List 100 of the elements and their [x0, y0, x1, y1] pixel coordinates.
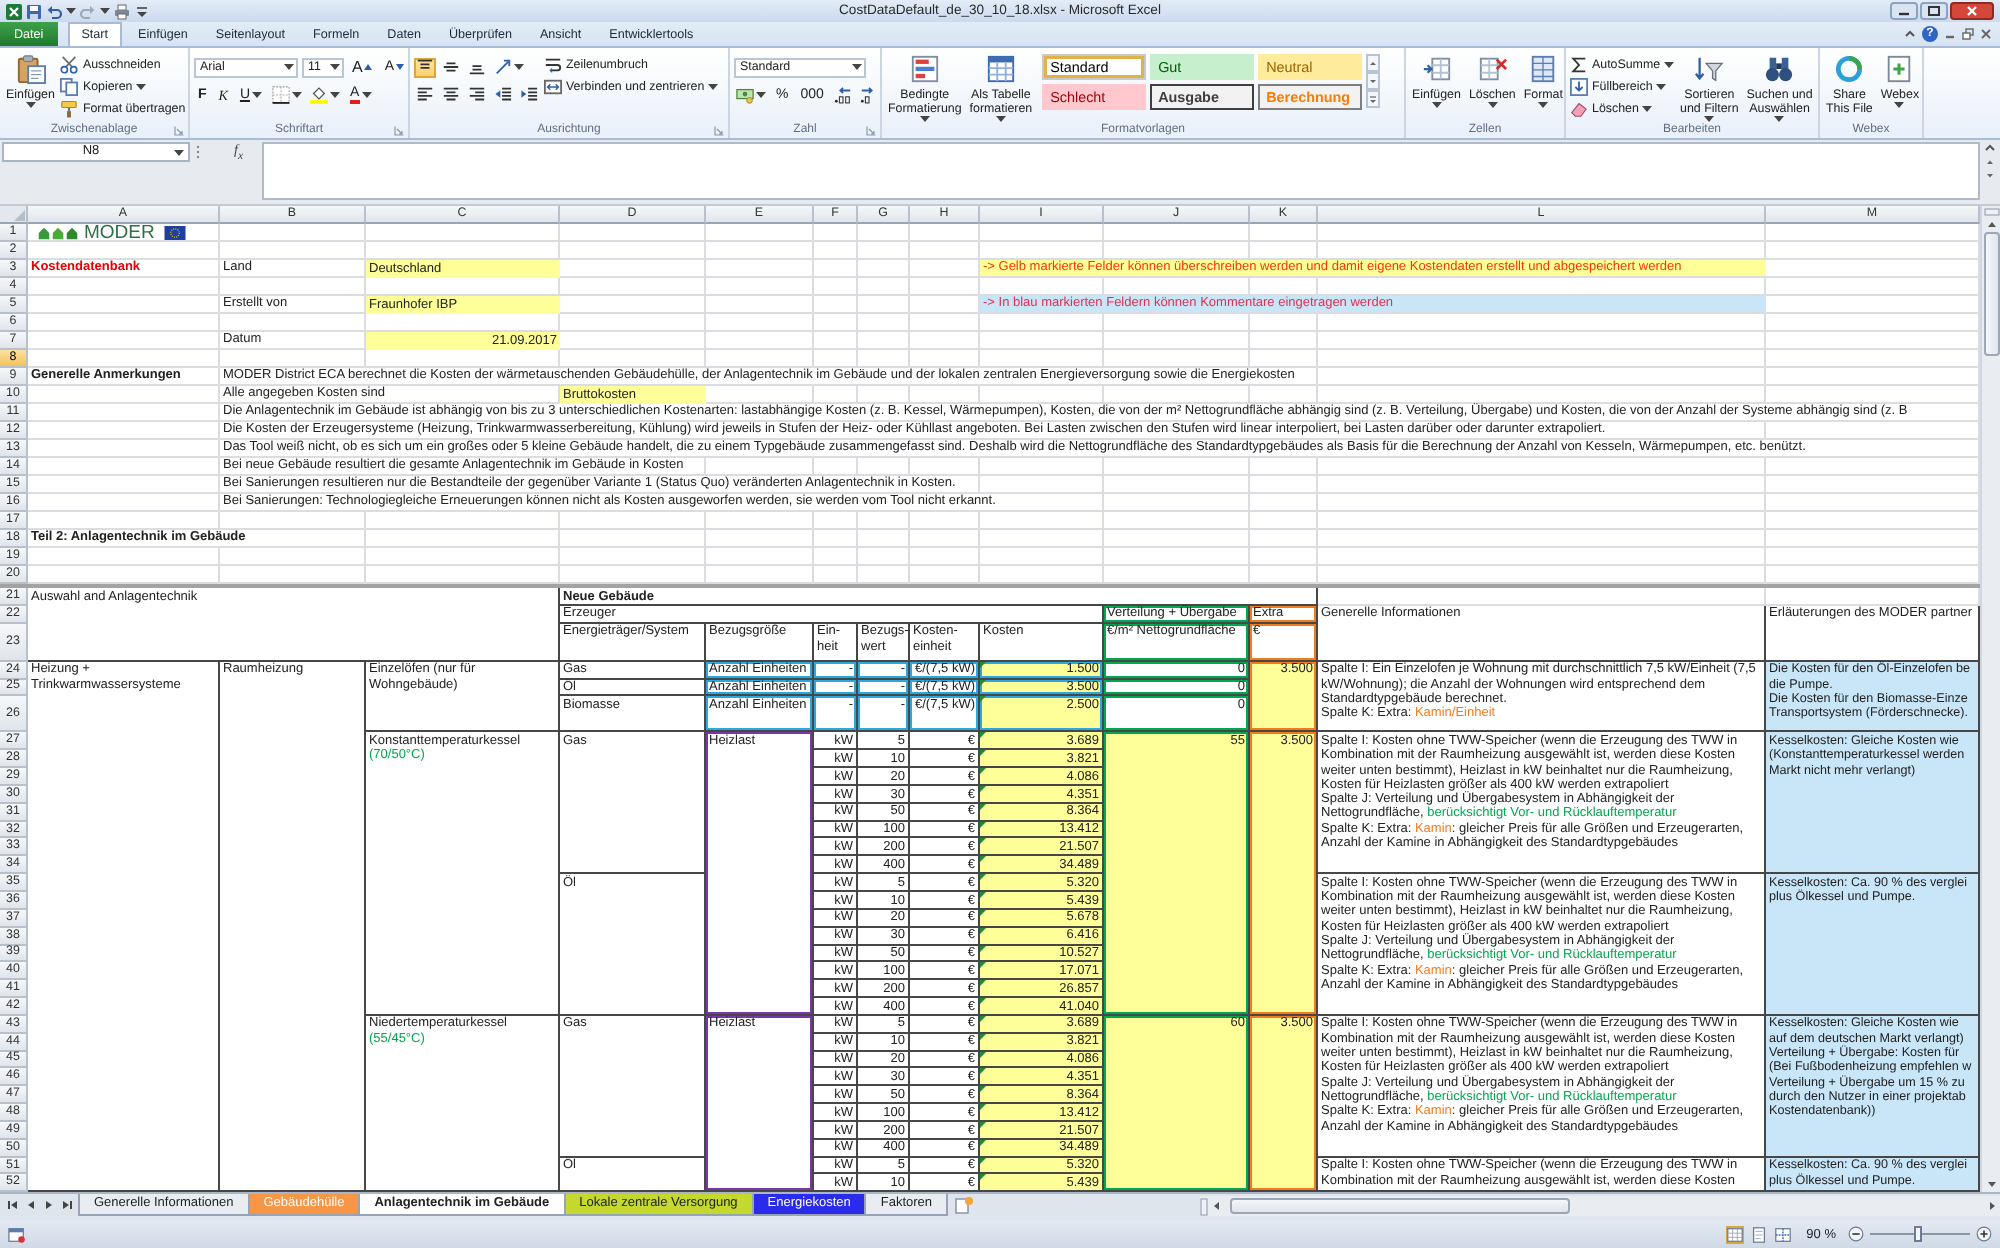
caret-icon: [919, 116, 930, 122]
caret-icon: [995, 116, 1006, 122]
caret-icon: [1704, 116, 1715, 122]
cells-arrow-icon: [1421, 54, 1452, 84]
indent-decrease-button[interactable]: [492, 85, 514, 105]
save-icon[interactable]: [26, 3, 42, 19]
split-handle-icon[interactable]: [1200, 1197, 1208, 1216]
down-triangle-icon: [396, 64, 405, 70]
orientation-button[interactable]: [492, 57, 526, 77]
caret-up-icon[interactable]: [1984, 142, 1996, 154]
currency-button[interactable]: [734, 85, 768, 105]
restore-icon[interactable]: [1962, 28, 1974, 40]
caret-icon: [330, 92, 341, 98]
align-middle-icon: [442, 58, 460, 76]
slanted-arrow-icon: [494, 58, 512, 76]
caret-icon: [756, 92, 766, 98]
caret-icon: [284, 64, 294, 70]
caret-icon: [1431, 102, 1442, 108]
scrollbar-thumb[interactable]: [1230, 1198, 1570, 1215]
vertical-scrollbar[interactable]: [1980, 206, 2000, 1193]
paint-bucket-icon: [310, 86, 329, 104]
undo-icon[interactable]: [46, 3, 62, 19]
borders-button[interactable]: [270, 85, 305, 105]
dropdown-icon[interactable]: [134, 3, 150, 19]
caret-icon: [708, 83, 719, 89]
borders-icon: [272, 86, 291, 104]
page-break-button[interactable]: [1774, 1225, 1793, 1244]
fill-color-button[interactable]: [308, 85, 343, 105]
drag-handle-icon[interactable]: [196, 144, 200, 160]
ring-icon: [1834, 54, 1865, 84]
caret-icon: [1487, 102, 1498, 108]
printer-icon[interactable]: [114, 3, 130, 19]
caret-icon: [100, 8, 110, 14]
clipboard-icon: [15, 54, 46, 84]
scroll-up-icon[interactable]: [1984, 156, 1996, 168]
scroll-down-icon[interactable]: [1984, 170, 1996, 182]
last-sheet-icon[interactable]: [60, 1198, 74, 1213]
decimal-increase-button[interactable]: [831, 85, 854, 105]
close-icon[interactable]: [1980, 28, 1992, 40]
grow-font-button[interactable]: A: [348, 57, 377, 77]
horizontal-scrollbar[interactable]: [1200, 1196, 2000, 1217]
caret-icon: [330, 64, 340, 70]
align-right-icon: [468, 86, 486, 104]
merge-cells-icon: [544, 77, 562, 95]
maximize-icon[interactable]: [1920, 2, 1948, 20]
app-logo-icon[interactable]: [6, 3, 22, 19]
align-left-button[interactable]: [414, 85, 436, 105]
previous-sheet-icon[interactable]: [24, 1198, 38, 1213]
plus-box-icon: [1884, 54, 1915, 84]
caret-icon: [852, 64, 862, 70]
macro-record-icon[interactable]: [8, 1225, 26, 1244]
first-sheet-icon[interactable]: [6, 1198, 20, 1213]
minimize-icon[interactable]: [1890, 2, 1918, 20]
down-arrow-box-icon: [1570, 77, 1588, 95]
grid-view-icon: [1726, 1225, 1745, 1244]
gallery-down-icon[interactable]: [1366, 72, 1381, 90]
close-icon[interactable]: [1950, 2, 1994, 20]
up-triangle-icon: [364, 64, 373, 70]
align-right-button[interactable]: [466, 85, 488, 105]
sigma-icon: [1570, 55, 1588, 73]
align-top-button[interactable]: [414, 57, 436, 77]
caret-icon: [66, 8, 76, 14]
caret-up-icon[interactable]: [1904, 28, 1916, 40]
decimal-increase-icon: [833, 86, 852, 104]
zoom-out-icon[interactable]: [1848, 1226, 1864, 1243]
copy-icon: [60, 77, 79, 95]
caret-icon: [361, 92, 372, 98]
gallery-up-icon[interactable]: [1366, 54, 1381, 72]
next-sheet-icon[interactable]: [42, 1198, 56, 1213]
formula-field[interactable]: [262, 142, 1980, 200]
indent-decrease-icon: [494, 86, 512, 104]
caret-icon: [25, 102, 36, 108]
dialog-launcher-icon[interactable]: [394, 125, 404, 135]
caret-icon: [514, 64, 524, 70]
dialog-launcher-icon[interactable]: [174, 125, 184, 135]
caret-icon: [292, 92, 303, 98]
zoom-in-icon[interactable]: [1976, 1226, 1992, 1243]
page-break-icon: [1774, 1225, 1793, 1244]
scroll-right-icon[interactable]: [1984, 1198, 2000, 1215]
dialog-launcher-icon[interactable]: [714, 125, 724, 135]
paintbrush-icon: [60, 99, 79, 117]
indent-increase-button[interactable]: [518, 85, 540, 105]
corner-triangle-icon: [12, 208, 26, 222]
logo-text: MODER: [84, 224, 155, 242]
align-left-icon: [416, 86, 434, 104]
dialog-launcher-icon[interactable]: [866, 125, 876, 135]
slider-thumb[interactable]: [1914, 1226, 1922, 1243]
align-center-button[interactable]: [440, 85, 462, 105]
decimal-decrease-icon: [859, 86, 878, 104]
gallery-more-icon[interactable]: [1366, 90, 1381, 108]
caret-icon: [174, 149, 184, 155]
table-grid-icon: [985, 54, 1016, 84]
normal-view-button[interactable]: [1726, 1225, 1745, 1244]
align-middle-button[interactable]: [440, 57, 462, 77]
page-layout-button[interactable]: [1750, 1225, 1769, 1244]
caret-icon: [1894, 102, 1905, 108]
cells-grid-icon: [1528, 54, 1559, 84]
caret-icon: [1538, 102, 1549, 108]
funnel-arrow-icon: [1694, 54, 1725, 84]
scrollbar-thumb[interactable]: [1983, 232, 1999, 356]
